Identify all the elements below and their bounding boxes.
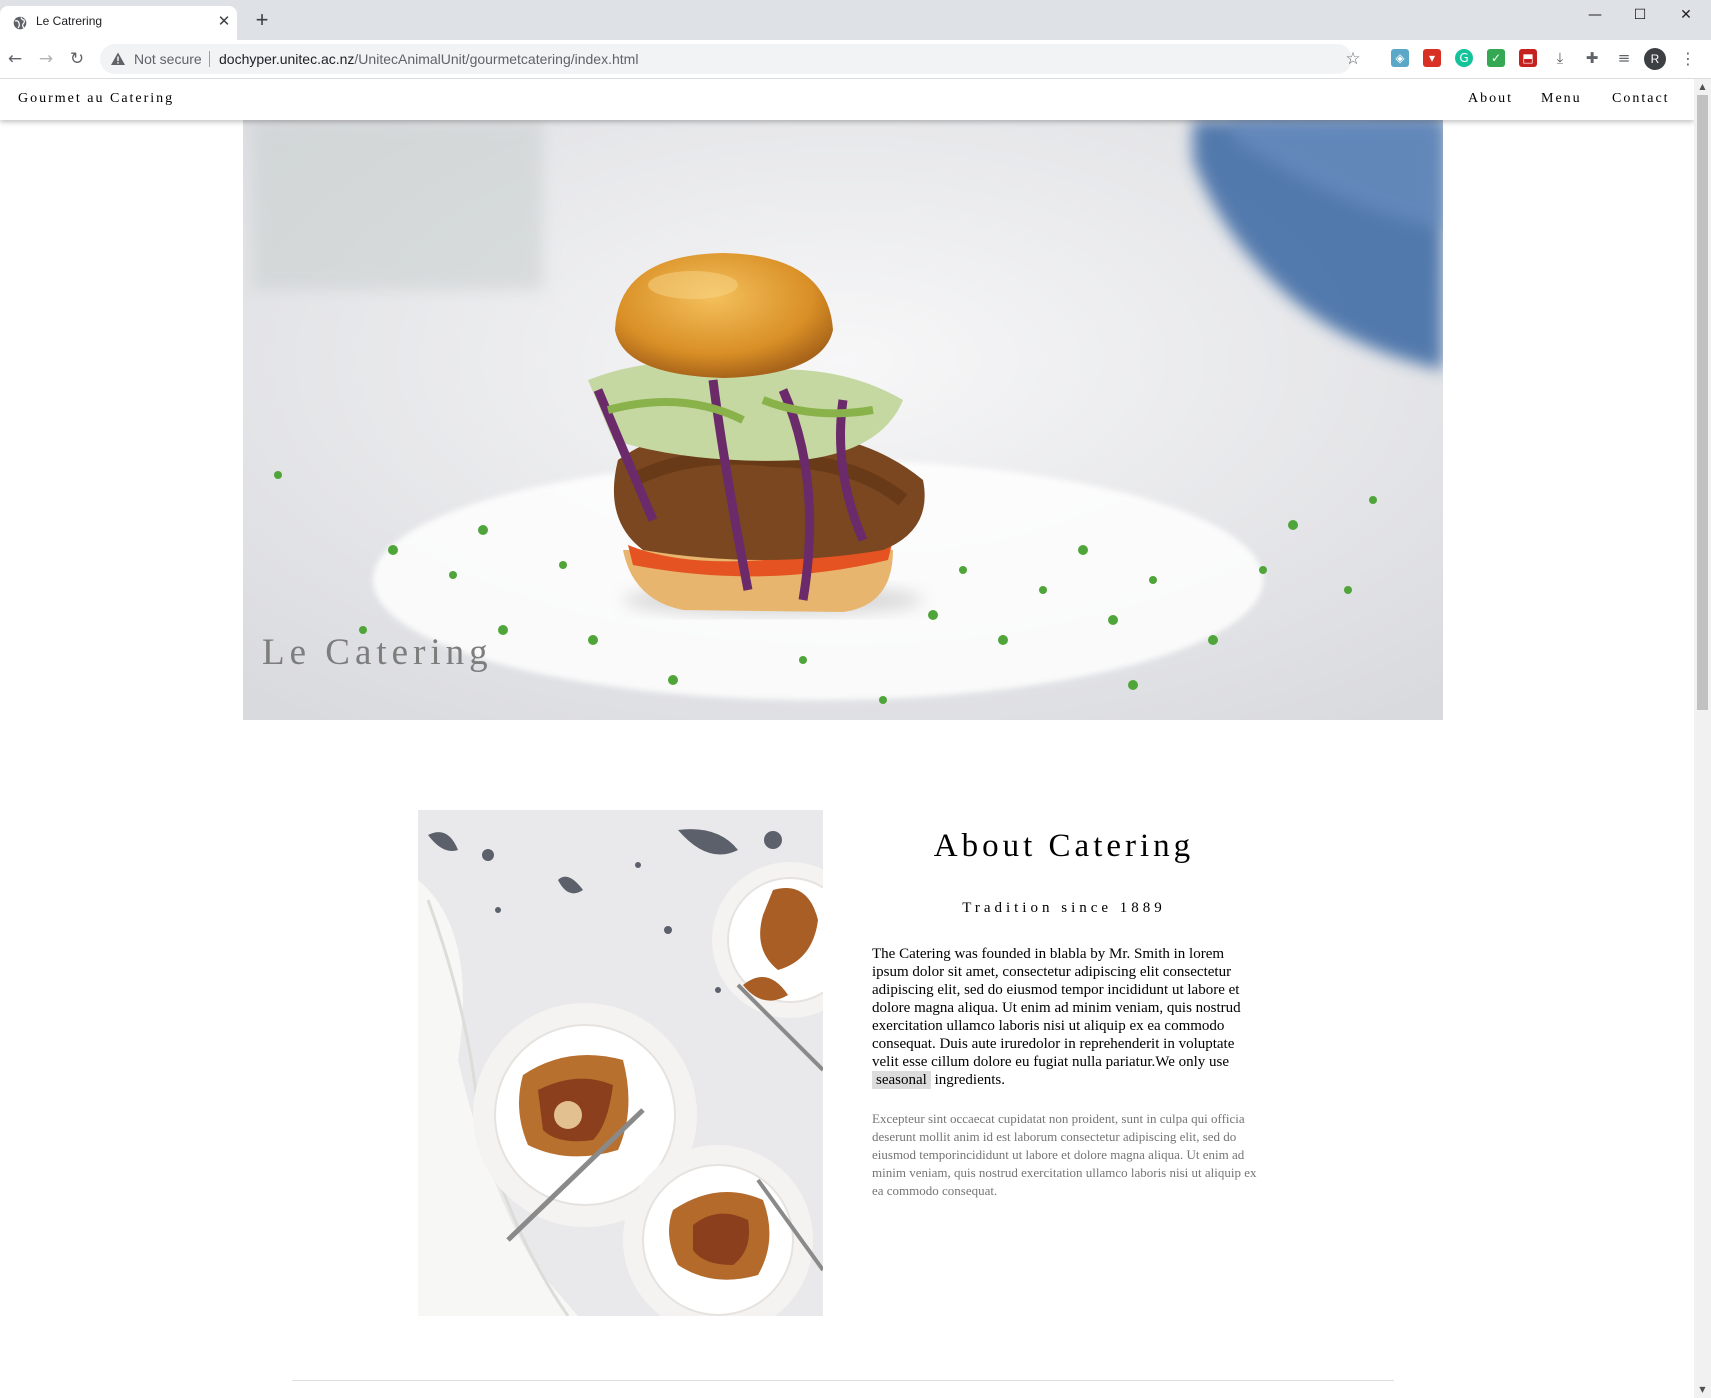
page-scrollbar[interactable]: ▲ ▼ [1694,79,1711,1398]
media-icon[interactable]: ≡ [1615,49,1633,67]
nav-link-contact[interactable]: Contact [1612,91,1670,107]
browser-toolbar: ← → ↻ Not secure dochyper.unitec.ac.nz/U… [0,40,1711,79]
tab-close-icon[interactable]: ✕ [215,13,233,31]
about-paragraph: The Catering was founded in blabla by Mr… [872,945,1262,1089]
hero-banner: Le Catering [243,120,1443,720]
star-icon[interactable]: ☆ [1343,49,1363,69]
scroll-down-icon[interactable]: ▼ [1694,1383,1711,1397]
hero-burger-image [243,120,1443,720]
page-viewport: Gourmet au Catering About Menu Contact L… [0,79,1694,1398]
maximize-icon[interactable]: ☐ [1622,4,1658,26]
about-secondary-paragraph: Excepteur sint occaecat cupidatat non pr… [872,1111,1257,1198]
tab-title: Le Catrering [36,14,103,28]
browser-tab[interactable]: Le Catrering ✕ [0,6,237,40]
url-host: dochyper.unitec.ac.nz [219,51,355,67]
new-tab-button[interactable]: + [252,9,272,31]
globe-icon [13,16,27,30]
about-title: About Catering [933,828,1195,864]
site-brand-link[interactable]: Gourmet au Catering [18,91,174,107]
address-divider [209,51,210,67]
about-paragraph-end: ingredients. [930,1072,1005,1088]
nav-link-menu[interactable]: Menu [1541,91,1582,107]
extensions-icon[interactable]: ✚ [1583,49,1601,67]
extension-pocket-icon[interactable]: ▾ [1423,49,1441,67]
security-label[interactable]: Not secure [134,51,202,67]
site-navbar: Gourmet au Catering About Menu Contact [0,79,1694,120]
section-divider [292,1380,1394,1381]
nav-link-about[interactable]: About [1468,91,1513,107]
profile-avatar[interactable]: R [1644,48,1666,70]
reload-icon[interactable]: ↻ [66,48,88,70]
back-icon[interactable]: ← [4,48,26,70]
about-image [418,810,823,1316]
about-paragraph-text: The Catering was founded in blabla by Mr… [872,946,1241,1070]
extension-pdf-icon[interactable]: ⬒ [1519,49,1537,67]
window-close-icon[interactable]: ✕ [1668,4,1704,26]
browser-tabstrip: Le Catrering ✕ + — ☐ ✕ [0,0,1711,40]
extension-grammarly-icon[interactable]: G [1455,49,1473,67]
hero-title: Le Catering [262,632,493,673]
address-bar[interactable]: Not secure dochyper.unitec.ac.nz/UnitecA… [100,44,1361,74]
url-text[interactable]: dochyper.unitec.ac.nz/UnitecAnimalUnit/g… [219,51,638,67]
download-icon[interactable]: ⤓ [1551,49,1569,67]
about-subtitle: Tradition since 1889 [962,900,1166,916]
extension-cube-icon[interactable]: ◈ [1391,49,1409,67]
warning-icon [111,52,125,65]
scrollbar-thumb[interactable] [1697,95,1708,710]
pastry-plates-image [418,810,823,1316]
seasonal-tag: seasonal [872,1071,931,1089]
minimize-icon[interactable]: — [1577,4,1613,26]
url-path: /UnitecAnimalUnit/gourmetcatering/index.… [354,51,639,67]
forward-icon[interactable]: → [35,48,57,70]
menu-icon[interactable]: ⋮ [1680,48,1696,70]
extension-evernote-icon[interactable]: ✓ [1487,49,1505,67]
scroll-up-icon[interactable]: ▲ [1694,80,1711,94]
